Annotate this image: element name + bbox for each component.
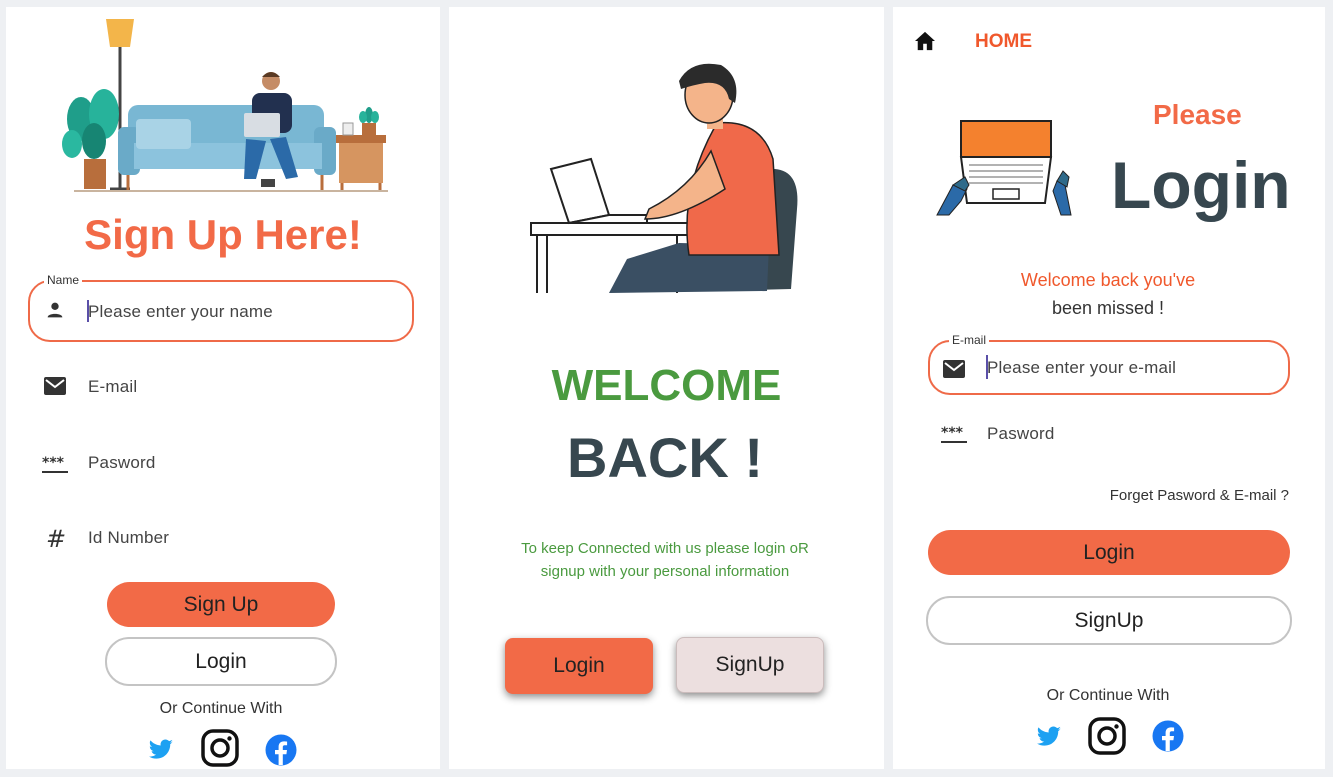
name-input[interactable]: Please enter your name: [88, 302, 273, 322]
mail-icon: [44, 377, 66, 395]
login-button[interactable]: Login: [928, 530, 1290, 575]
signup-button[interactable]: Sign Up: [107, 582, 335, 627]
laptop-person-illustration: [530, 63, 798, 293]
welcome-signup-button[interactable]: SignUp: [676, 637, 824, 693]
login-button[interactable]: Login: [105, 637, 337, 686]
login-panel: HOME Please Login Welcome back you've be…: [893, 7, 1325, 769]
svg-text:***: ***: [42, 455, 65, 471]
password-input[interactable]: Pasword: [88, 453, 156, 473]
twitter-icon[interactable]: [148, 739, 174, 761]
welcome-back-line-2: been missed !: [1051, 298, 1165, 318]
person-icon: [47, 302, 63, 318]
subtitle-line-1: To keep Connected with us please login o…: [521, 540, 809, 557]
subtitle-line-2: signup with your personal information: [540, 563, 790, 580]
forget-password-link[interactable]: Forget Pasword & E-mail ?: [1110, 487, 1289, 504]
password-icon: ***: [941, 425, 967, 443]
please-text: Please: [1153, 99, 1242, 130]
continue-text: Or Continue With: [159, 700, 283, 717]
laptop-hands-illustration: [936, 120, 1072, 216]
email-label: E-mail: [949, 333, 990, 347]
back-title: BACK !: [567, 426, 763, 489]
welcome-title: WELCOME: [551, 361, 782, 410]
continue-text: Or Continue With: [1046, 687, 1170, 704]
signup-button[interactable]: SignUp: [926, 596, 1292, 645]
instagram-icon[interactable]: [1088, 717, 1126, 755]
email-input[interactable]: Please enter your e-mail: [987, 358, 1176, 378]
signup-panel: Sign Up Here! Name Please enter your nam…: [6, 7, 440, 769]
id-number-input[interactable]: Id Number: [88, 528, 169, 548]
signup-title: Sign Up Here!: [84, 211, 362, 258]
email-input[interactable]: E-mail: [88, 377, 137, 397]
welcome-panel: WELCOME BACK ! To keep Connected with us…: [449, 7, 884, 769]
welcome-back-message: Welcome back you've been missed !: [893, 266, 1323, 322]
hash-icon: #: [46, 525, 67, 553]
facebook-icon[interactable]: [1152, 720, 1184, 752]
svg-text:***: ***: [941, 425, 964, 441]
home-icon[interactable]: [914, 31, 936, 51]
nav-home-link[interactable]: HOME: [975, 31, 1032, 53]
sofa-illustration: [62, 19, 388, 192]
welcome-subtitle: To keep Connected with us please login o…: [449, 537, 881, 583]
password-icon: ***: [42, 455, 68, 473]
name-label: Name: [44, 273, 83, 287]
welcome-back-line-1: Welcome back you've: [1020, 270, 1196, 290]
mail-icon: [943, 360, 965, 378]
instagram-icon[interactable]: [201, 729, 239, 767]
twitter-icon[interactable]: [1036, 726, 1062, 748]
login-title: Login: [1111, 148, 1291, 222]
facebook-icon[interactable]: [265, 734, 297, 766]
welcome-login-button[interactable]: Login: [505, 638, 653, 694]
password-input[interactable]: Pasword: [987, 424, 1055, 444]
